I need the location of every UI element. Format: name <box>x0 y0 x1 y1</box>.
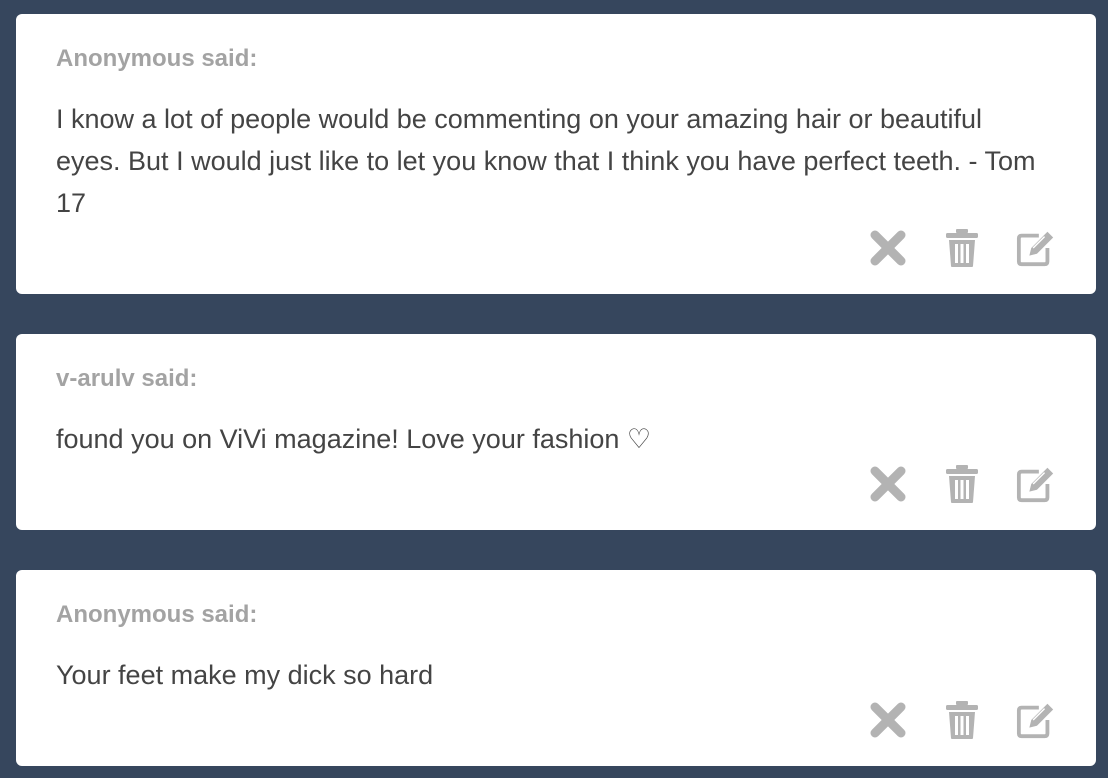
trash-icon <box>946 701 978 739</box>
edit-icon <box>1016 467 1054 503</box>
delete-x-button[interactable] <box>868 462 908 506</box>
close-icon <box>870 702 906 738</box>
ask-card: Anonymous said: I know a lot of people w… <box>16 14 1096 294</box>
delete-x-button[interactable] <box>868 226 908 270</box>
trash-icon <box>946 229 978 267</box>
question-text: I know a lot of people would be commenti… <box>56 104 1036 218</box>
close-icon <box>870 466 906 502</box>
card-actions <box>868 698 1056 742</box>
ask-card: v-arulv said: found you on ViVi magazine… <box>16 334 1096 530</box>
card-actions <box>868 226 1056 270</box>
edit-icon <box>1016 703 1054 739</box>
edit-button[interactable] <box>1016 698 1056 742</box>
question-text: found you on ViVi magazine! Love your fa… <box>56 424 652 454</box>
trash-button[interactable] <box>942 226 982 270</box>
ask-card: Anonymous said: Your feet make my dick s… <box>16 570 1096 766</box>
asker-name: Anonymous said: <box>56 45 258 72</box>
trash-button[interactable] <box>942 698 982 742</box>
trash-icon <box>946 465 978 503</box>
edit-button[interactable] <box>1016 462 1056 506</box>
question-text: Your feet make my dick so hard <box>56 660 434 690</box>
edit-icon <box>1016 231 1054 267</box>
asker-name: v-arulv said: <box>56 365 198 392</box>
edit-button[interactable] <box>1016 226 1056 270</box>
trash-button[interactable] <box>942 462 982 506</box>
card-actions <box>868 462 1056 506</box>
asker-name: Anonymous said: <box>56 601 258 628</box>
delete-x-button[interactable] <box>868 698 908 742</box>
close-icon <box>870 230 906 266</box>
